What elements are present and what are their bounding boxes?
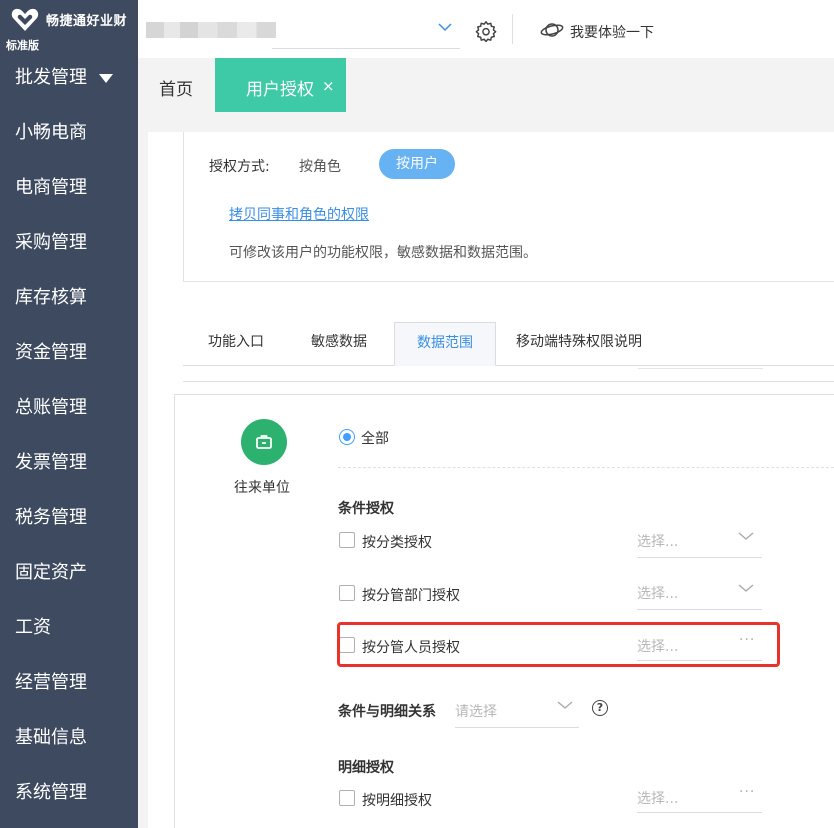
sidebar-item-purchase[interactable]: 采购管理	[0, 215, 138, 270]
try-experience-link[interactable]: 我要体验一下	[570, 22, 654, 42]
condition-auth-title: 条件授权	[338, 501, 394, 517]
chevron-down-icon[interactable]	[738, 583, 754, 593]
sidebar-item-tax[interactable]: 税务管理	[0, 490, 138, 545]
sidebar-item-label: 库存核算	[15, 287, 87, 308]
sidebar-item-xiaochang-ecommerce[interactable]: 小畅电商	[0, 105, 138, 160]
sidebar-item-label: 发票管理	[15, 452, 87, 473]
org-select-underline	[272, 48, 460, 49]
tab-label: 用户授权	[246, 80, 314, 100]
auth-mode-card: 授权方式: 按角色 按用户 拷贝同事和角色的权限 可修改该用户的功能权限，敏感数…	[183, 132, 834, 282]
help-icon[interactable]: ?	[592, 700, 608, 716]
by-category-label: 按分类授权	[362, 535, 432, 551]
sidebar-item-ledger[interactable]: 总账管理	[0, 380, 138, 435]
sidebar-item-operations[interactable]: 经营管理	[0, 655, 138, 710]
chevron-down-icon[interactable]	[557, 700, 573, 710]
authorization-panel: 授权方式: 按角色 按用户 拷贝同事和角色的权限 可修改该用户的功能权限，敏感数…	[148, 132, 834, 828]
all-radio-label[interactable]: 全部	[361, 428, 389, 448]
sidebar-item-label: 资金管理	[15, 342, 87, 363]
tab-data-scope[interactable]: 数据范围	[394, 322, 496, 366]
org-name-redacted[interactable]	[146, 22, 276, 38]
copy-permissions-link[interactable]: 拷贝同事和角色的权限	[229, 204, 369, 224]
by-user-button[interactable]: 按用户	[379, 149, 455, 179]
divider	[638, 368, 763, 369]
tab-home[interactable]: 首页	[159, 75, 193, 100]
detail-auth-title: 明细授权	[338, 760, 394, 776]
caret-down-icon	[99, 74, 113, 83]
relation-select[interactable]: 请选择	[455, 701, 497, 721]
sidebar-item-funds[interactable]: 资金管理	[0, 325, 138, 380]
logo-icon	[11, 8, 39, 31]
main-content: 授权方式: 按角色 按用户 拷贝同事和角色的权限 可修改该用户的功能权限，敏感数…	[138, 112, 834, 828]
sidebar-item-system[interactable]: 系统管理	[0, 765, 138, 820]
sidebar-item-label: 采购管理	[15, 232, 87, 253]
sidebar-item-invoice[interactable]: 发票管理	[0, 435, 138, 490]
highlight-box	[337, 622, 780, 667]
by-detail-checkbox[interactable]	[339, 790, 355, 806]
by-department-label: 按分管部门授权	[362, 588, 460, 604]
entity-avatar	[241, 419, 287, 465]
sidebar-item-label: 电商管理	[15, 177, 87, 198]
brand-name: 畅捷通好业财	[46, 14, 128, 29]
close-icon[interactable]: ×	[322, 77, 335, 95]
all-radio[interactable]	[339, 429, 355, 445]
ellipsis-icon[interactable]: ···	[739, 784, 755, 800]
sidebar-item-inventory[interactable]: 库存核算	[0, 270, 138, 325]
top-bar: 我要体验一下	[138, 0, 834, 58]
entity-label: 往来单位	[234, 480, 290, 496]
select-underline	[455, 727, 579, 728]
tab-strip: 首页 用户授权 ×	[138, 58, 834, 112]
by-category-checkbox[interactable]	[339, 532, 355, 548]
sidebar-item-label: 税务管理	[15, 507, 87, 528]
select-underline	[637, 609, 762, 610]
briefcase-icon	[256, 435, 272, 449]
divider	[183, 381, 834, 382]
sidebar-item-payroll[interactable]: 工资	[0, 600, 138, 655]
gear-icon[interactable]	[475, 20, 497, 42]
sidebar-item-label: 基础信息	[15, 727, 87, 748]
category-select[interactable]: 选择...	[637, 531, 678, 551]
auth-description: 可修改该用户的功能权限，敏感数据和数据范围。	[229, 245, 537, 261]
permission-tabs: 功能入口 敏感数据 数据范围 移动端特殊权限说明	[183, 322, 834, 366]
by-detail-label: 按明细授权	[362, 793, 432, 809]
tab-mobile-permissions[interactable]: 移动端特殊权限说明	[516, 322, 642, 366]
select-underline	[637, 812, 762, 813]
tab-user-authorization[interactable]: 用户授权 ×	[215, 58, 346, 112]
sidebar-item-label: 系统管理	[15, 782, 87, 803]
detail-select[interactable]: 选择...	[637, 788, 678, 808]
planet-icon	[540, 23, 564, 37]
chevron-down-icon[interactable]	[738, 531, 754, 541]
chevron-down-icon[interactable]	[438, 22, 452, 32]
logo[interactable]: 畅捷通好业财 标准版	[0, 0, 138, 56]
divider	[512, 14, 513, 44]
sidebar-item-label: 小畅电商	[15, 122, 87, 143]
sidebar-item-wholesale[interactable]: 批发管理	[0, 50, 138, 105]
tab-sensitive-data[interactable]: 敏感数据	[311, 322, 367, 366]
select-underline	[637, 557, 762, 558]
sidebar-item-label: 工资	[15, 617, 51, 638]
sidebar-item-ecommerce[interactable]: 电商管理	[0, 160, 138, 215]
department-select[interactable]: 选择...	[637, 583, 678, 603]
auth-mode-label: 授权方式:	[209, 159, 270, 175]
sidebar-item-label: 批发管理	[15, 67, 87, 88]
sidebar-item-label: 总账管理	[15, 397, 87, 418]
sidebar-nav: 批发管理 小畅电商 电商管理 采购管理 库存核算 资金管理 总账管理 发票管理 …	[0, 50, 138, 820]
by-department-checkbox[interactable]	[339, 585, 355, 601]
sidebar-item-label: 固定资产	[15, 562, 87, 583]
sidebar: 畅捷通好业财 标准版 批发管理 小畅电商 电商管理 采购管理 库存核算 资金管理…	[0, 0, 138, 828]
divider	[338, 467, 834, 468]
tab-function-entry[interactable]: 功能入口	[208, 322, 264, 366]
sidebar-item-fixed-assets[interactable]: 固定资产	[0, 545, 138, 600]
sidebar-item-basic-info[interactable]: 基础信息	[0, 710, 138, 765]
sidebar-item-label: 经营管理	[15, 672, 87, 693]
by-role-option[interactable]: 按角色	[299, 156, 341, 176]
relation-label: 条件与明细关系	[338, 704, 436, 720]
